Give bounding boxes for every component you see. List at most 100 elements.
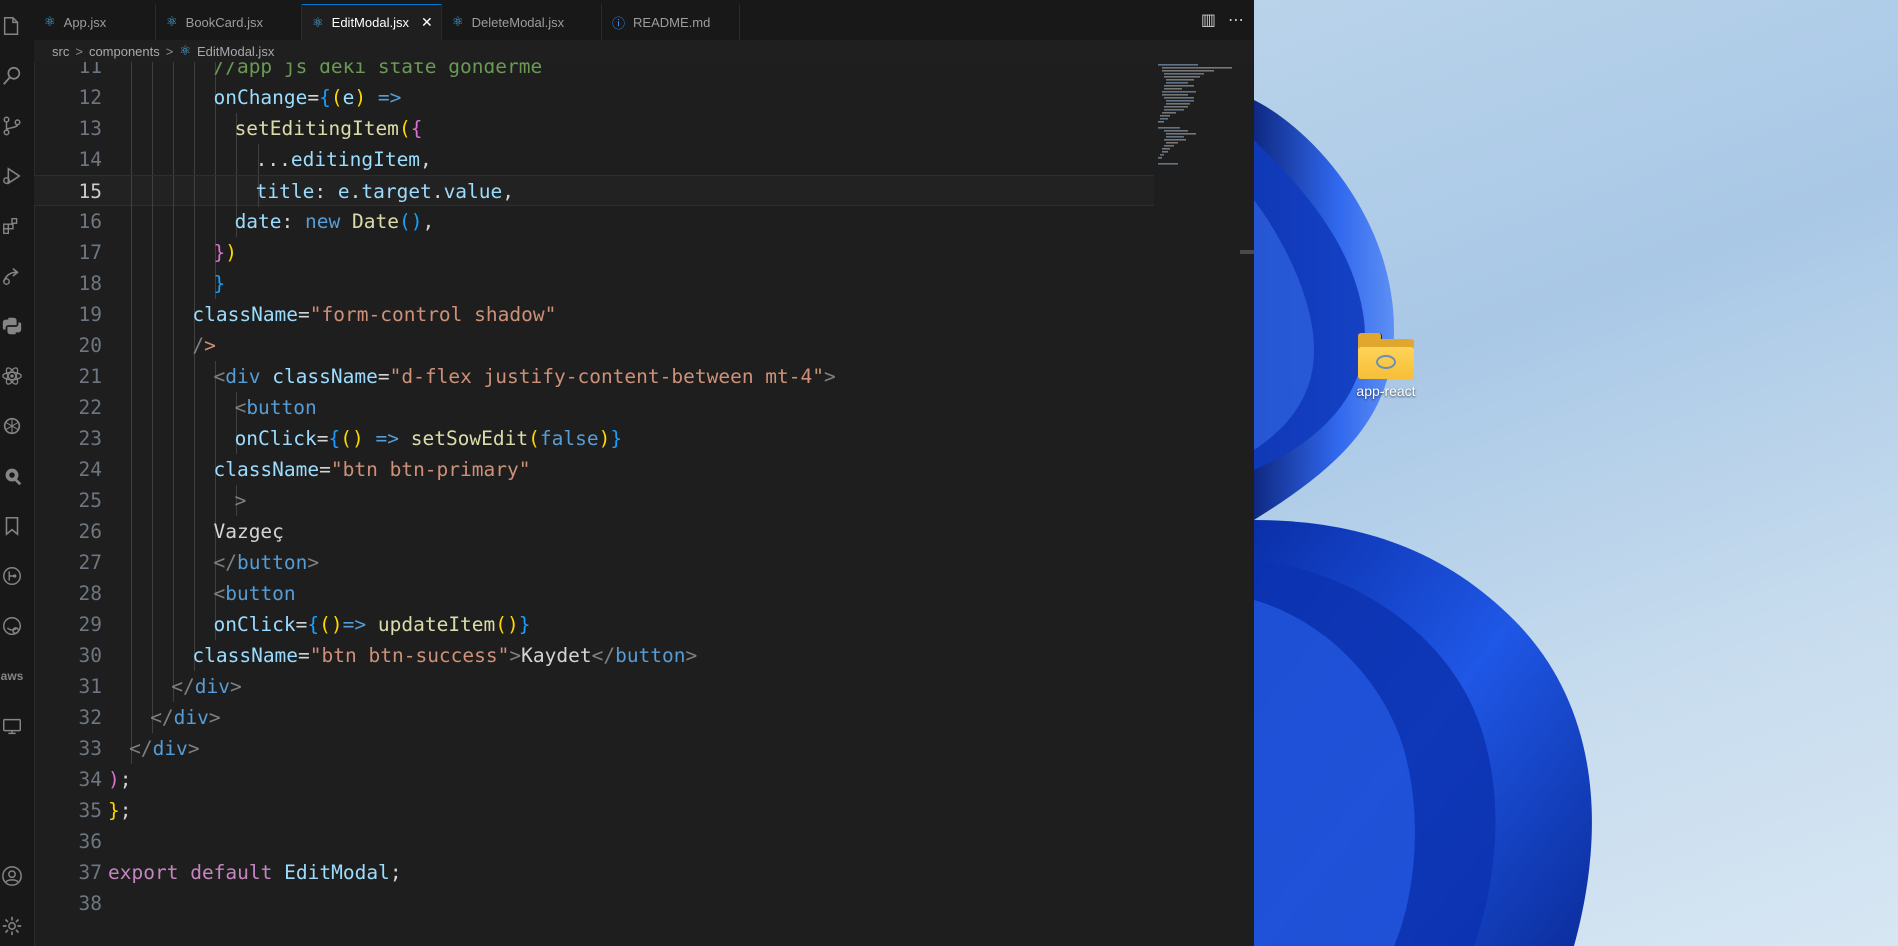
python-icon[interactable]: [0, 314, 24, 338]
code-line[interactable]: 12 onChange={(e) =>: [34, 82, 1154, 113]
code-token: =: [316, 427, 329, 450]
indent-guide: [131, 392, 132, 423]
line-number: 23: [78, 427, 102, 450]
openai-icon[interactable]: [0, 414, 24, 438]
minimap[interactable]: [1156, 62, 1246, 946]
line-number: 16: [78, 210, 102, 233]
code-line[interactable]: 24 className="btn btn-primary": [34, 454, 1154, 485]
code-area[interactable]: 11 //app js deki state gönderme 12 onChange…: [34, 62, 1154, 946]
code-line[interactable]: 17}): [34, 237, 1154, 268]
code-token: {: [410, 117, 423, 140]
code-line[interactable]: 20 />: [34, 330, 1154, 361]
breadcrumb-item[interactable]: src: [52, 44, 69, 59]
line-number: 18: [78, 272, 102, 295]
code-line[interactable]: 31 </div>: [34, 671, 1154, 702]
indent-guide: [173, 547, 175, 578]
indent-guide: [152, 547, 154, 578]
breadcrumb: src > components > ⚛ EditModal.jsx: [34, 40, 1254, 62]
code-token: <: [213, 365, 226, 388]
code-line[interactable]: 14 ...editingItem,: [34, 144, 1154, 175]
vertical-scrollbar[interactable]: [1240, 62, 1254, 946]
indent-guide: [152, 206, 154, 237]
code-line[interactable]: 33 </div>: [34, 733, 1154, 764]
code-token: date: [234, 210, 282, 233]
code-line[interactable]: 23 onClick={() => setSowEdit(false)}: [34, 423, 1154, 454]
indent-guide: [152, 640, 154, 671]
code-text: </div>: [129, 733, 199, 764]
explorer-icon[interactable]: [0, 14, 24, 38]
code-line[interactable]: 13 setEditingItem({: [34, 113, 1154, 144]
code-line[interactable]: 27 </button>: [34, 547, 1154, 578]
code-token: "form-control shadow": [309, 303, 557, 326]
code-line[interactable]: 25 >: [34, 485, 1154, 516]
tab-readme-md[interactable]: ⓘ README.md: [602, 4, 740, 40]
code-token: div: [225, 365, 261, 388]
code-line[interactable]: 30 className="btn btn-success">Kaydet</bu…: [34, 640, 1154, 671]
bookmark-icon[interactable]: [0, 514, 24, 538]
git-graph-icon[interactable]: [0, 564, 24, 588]
desktop-folder-app-react[interactable]: app-react: [1330, 333, 1442, 399]
code-token: .: [431, 180, 444, 203]
tab-editmodal-jsx[interactable]: ⚛ EditModal.jsx ✕: [302, 4, 442, 40]
code-line[interactable]: 29 onClick={()=> updateItem()}: [34, 609, 1154, 640]
line-number: 11: [78, 62, 102, 78]
react-icon: ⚛: [179, 43, 192, 58]
scrollbar-thumb[interactable]: [1240, 250, 1254, 254]
search-2-icon[interactable]: [0, 464, 24, 488]
remote-explorer-icon[interactable]: [0, 714, 24, 738]
search-icon[interactable]: [0, 64, 24, 88]
docker-icon[interactable]: [0, 614, 24, 638]
react-icon[interactable]: [0, 364, 24, 388]
extensions-icon[interactable]: [0, 214, 24, 238]
tab-app-jsx[interactable]: ⚛ App.jsx: [34, 4, 156, 40]
code-token: ;: [119, 799, 132, 822]
aws-icon[interactable]: aws: [0, 664, 24, 688]
code-line[interactable]: 28 <button: [34, 578, 1154, 609]
code-line[interactable]: 18}: [34, 268, 1154, 299]
code-token: {: [328, 427, 341, 450]
tab-bookcard-jsx[interactable]: ⚛ BookCard.jsx: [156, 4, 302, 40]
code-line[interactable]: 19 className="form-control shadow": [34, 299, 1154, 330]
code-token: ): [354, 86, 367, 109]
code-line[interactable]: 15 title: e.target.value,: [34, 175, 1154, 207]
code-token: =: [298, 644, 310, 667]
source-control-icon[interactable]: [0, 114, 24, 138]
more-actions-icon[interactable]: ⋯: [1228, 10, 1244, 29]
close-icon[interactable]: ✕: [421, 14, 433, 31]
tab-label: README.md: [633, 14, 711, 30]
line-number: 33: [78, 737, 102, 760]
code-line[interactable]: 37 export default EditModal;: [34, 857, 1154, 888]
code-line[interactable]: 34);: [34, 764, 1154, 795]
minimap-line: [1158, 121, 1164, 123]
minimap-line: [1164, 130, 1188, 132]
run-debug-icon[interactable]: [0, 164, 24, 188]
minimap-line: [1166, 100, 1194, 102]
remote-icon[interactable]: [0, 264, 24, 288]
minimap-line: [1162, 91, 1196, 93]
code-token: (): [398, 210, 423, 233]
code-line[interactable]: 36: [34, 826, 1154, 857]
breadcrumb-item[interactable]: EditModal.jsx: [197, 44, 274, 59]
minimap-line: [1162, 151, 1168, 153]
code-token: (): [340, 427, 364, 450]
code-text: className="btn btn-success">Kaydet</butt…: [192, 640, 697, 671]
indent-guide: [131, 361, 132, 392]
code-line[interactable]: 11 //app js deki state gönderme: [34, 62, 1154, 82]
code-line[interactable]: 16 date: new Date(),: [34, 206, 1154, 237]
code-line[interactable]: 21 <div className="d-flex justify-content…: [34, 361, 1154, 392]
code-line[interactable]: 38: [34, 888, 1154, 919]
line-number: 19: [78, 303, 102, 326]
code-text: }: [213, 268, 225, 299]
code-line[interactable]: 35};: [34, 795, 1154, 826]
code-line[interactable]: 22 <button: [34, 392, 1154, 423]
code-token: setSowEdit: [410, 427, 529, 450]
tab-deletemodal-jsx[interactable]: ⚛ DeleteModal.jsx: [442, 4, 602, 40]
settings-gear-icon[interactable]: [0, 914, 24, 938]
account-icon[interactable]: [0, 864, 24, 888]
code-line[interactable]: 26 Vazgeç: [34, 516, 1154, 547]
split-editor-icon[interactable]: ▥: [1201, 10, 1216, 29]
code-line[interactable]: 32 </div>: [34, 702, 1154, 733]
breadcrumb-item[interactable]: components: [89, 44, 160, 59]
code-token: div: [173, 706, 209, 729]
